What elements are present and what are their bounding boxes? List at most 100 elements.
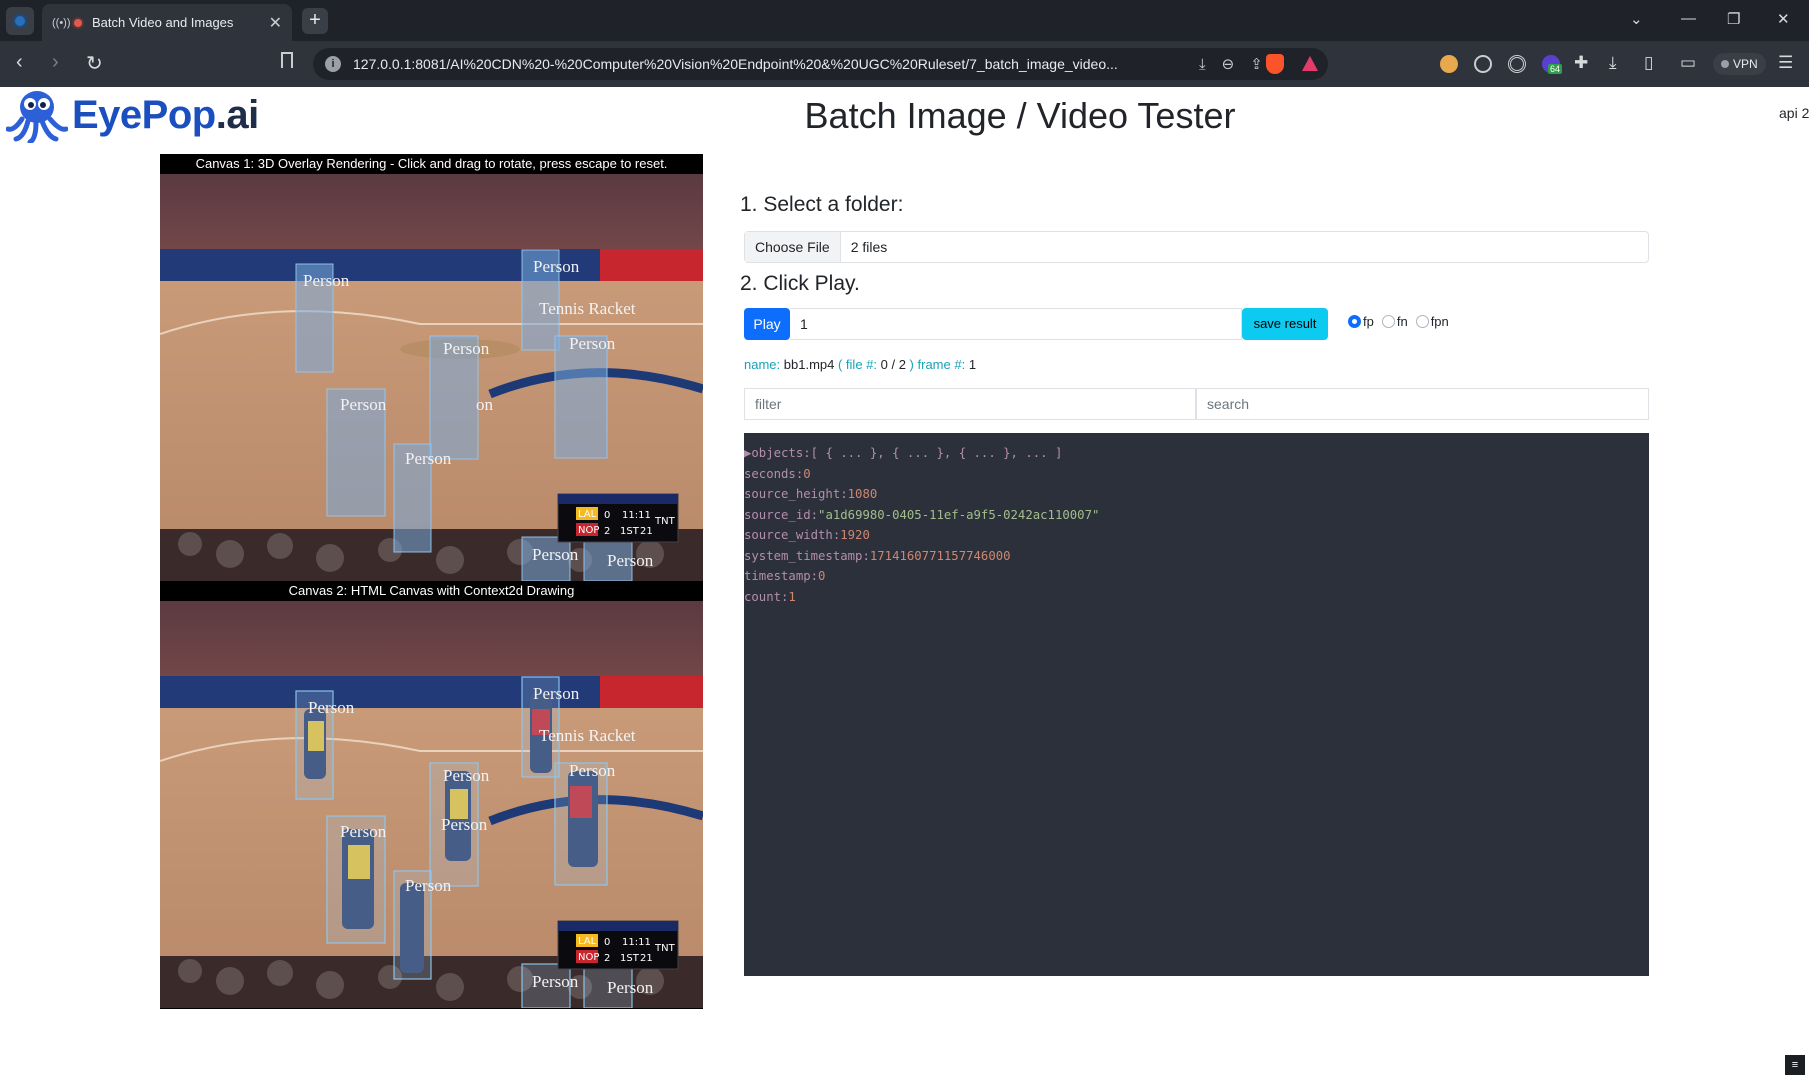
canvas2-label-person: Person xyxy=(533,684,580,703)
browser-tab-bar: ((•)) Batch Video and Images ✕ + ⌄ — ❐ ✕ xyxy=(0,0,1809,41)
folder-file-input[interactable]: Choose File 2 files xyxy=(744,231,1649,263)
json-value: 0 xyxy=(803,466,811,481)
frame-number-input[interactable]: 1 xyxy=(790,308,1242,340)
score-2: 2 xyxy=(604,526,610,537)
address-bar[interactable]: i 127.0.0.1:8081/AI%20CDN%20-%20Computer… xyxy=(313,48,1328,80)
json-key: source_height: xyxy=(744,487,848,501)
canvas2-context2d[interactable]: Person Person Tennis Racket Person Perso… xyxy=(160,601,703,1008)
json-key: count: xyxy=(744,589,789,604)
reload-icon[interactable]: ↻ xyxy=(86,51,103,76)
browser-menu-icon[interactable] xyxy=(6,7,34,35)
brave-shields-icon[interactable] xyxy=(1266,54,1284,74)
network-logo: TNT xyxy=(654,943,676,954)
close-window-icon[interactable]: ✕ xyxy=(1777,10,1790,28)
play-button[interactable]: Play xyxy=(744,308,790,340)
wallet-icon[interactable]: ▭ xyxy=(1680,53,1696,73)
json-key: timestamp: xyxy=(744,569,819,583)
extension-badge: 64 xyxy=(1548,64,1563,74)
result-meta: name: bb1.mp4 ( file #: 0 / 2 ) frame #:… xyxy=(744,357,976,372)
json-value: 1714160771157746000 xyxy=(869,548,1011,563)
recording-icon xyxy=(74,18,82,27)
score-team1: LAL xyxy=(578,509,597,520)
corner-menu-button[interactable]: ≡ xyxy=(1785,1055,1805,1075)
json-objects-row[interactable]: ▶objects:[ { ... }, { ... }, { ... }, ..… xyxy=(744,443,1649,464)
json-row: seconds:0 xyxy=(744,464,1649,485)
canvas-column: Canvas 1: 3D Overlay Rendering - Click a… xyxy=(160,154,703,1009)
json-value: "a1d69980-0405-11ef-a9f5-0242ac110007" xyxy=(818,507,1100,522)
download-icon[interactable]: ⤓ xyxy=(1199,56,1206,73)
file-value: 0 / 2 xyxy=(880,357,906,372)
name-key: name: xyxy=(744,357,781,372)
search-input[interactable]: search xyxy=(1196,388,1649,420)
canvas1-label-person: Person xyxy=(533,257,580,276)
tab-title: Batch Video and Images xyxy=(92,15,234,30)
shot-clock: 21 xyxy=(640,953,653,964)
vpn-status-icon xyxy=(1721,60,1729,68)
game-clock: 11:11 xyxy=(622,937,651,948)
sidebar-icon[interactable]: ▯ xyxy=(1644,53,1653,73)
bookmark-icon[interactable] xyxy=(281,52,293,68)
react-devtools-icon[interactable] xyxy=(1474,55,1492,73)
browser-menu-hamburger-icon[interactable]: ☰ xyxy=(1778,53,1793,73)
new-tab-button[interactable]: + xyxy=(302,8,328,34)
json-value: 1920 xyxy=(840,528,870,542)
back-icon[interactable]: ‹ xyxy=(16,51,23,74)
network-logo: TNT xyxy=(654,516,676,527)
shot-clock: 21 xyxy=(640,526,653,537)
json-objects-value: [ { ... }, { ... }, { ... }, ... ] xyxy=(810,446,1063,460)
share-icon[interactable]: ⇪ xyxy=(1250,55,1263,73)
target-extension-icon[interactable] xyxy=(1508,55,1526,73)
canvas1-label-on: on xyxy=(476,395,494,414)
downloads-icon[interactable]: ⤓ xyxy=(1609,53,1617,73)
canvas2-label-racket: Tennis Racket xyxy=(539,726,636,745)
game-period: 1ST xyxy=(620,526,640,537)
extensions-puzzle-icon[interactable]: ✚ xyxy=(1574,53,1588,73)
api-label: api 2 xyxy=(1779,105,1809,121)
mode-radio-group: fp fn fpn xyxy=(1348,314,1449,329)
filter-input[interactable]: filter xyxy=(744,388,1196,420)
canvas1-3d-overlay[interactable]: Person Person Tennis Racket Person Perso… xyxy=(160,174,703,581)
radio-fp[interactable] xyxy=(1348,315,1361,328)
page: EyePop.ai Batch Image / Video Tester api… xyxy=(0,87,1809,1080)
forward-icon[interactable]: › xyxy=(52,51,59,74)
choose-file-button[interactable]: Choose File xyxy=(745,232,841,262)
canvas2-label-person: Person xyxy=(405,876,452,895)
tab-list-chevron-icon[interactable]: ⌄ xyxy=(1630,10,1643,28)
eyepop-logo[interactable]: EyePop.ai xyxy=(6,87,259,143)
url-text[interactable]: 127.0.0.1:8081/AI%20CDN%20-%20Computer%2… xyxy=(353,56,1183,72)
zoom-icon[interactable]: ⊖ xyxy=(1222,55,1235,73)
step1-heading: 1. Select a folder: xyxy=(740,193,904,216)
save-result-button[interactable]: save result xyxy=(1242,308,1328,340)
radio-fn[interactable] xyxy=(1381,315,1395,328)
page-title: Batch Image / Video Tester xyxy=(804,95,1236,136)
step2-heading: 2. Click Play. xyxy=(740,272,860,295)
json-row: source_id:"a1d69980-0405-11ef-a9f5-0242a… xyxy=(744,505,1649,526)
canvas1-label-person: Person xyxy=(340,395,387,414)
json-row: source_width:1920 xyxy=(744,525,1649,546)
vpn-label: VPN xyxy=(1733,57,1758,71)
tab-batch-video[interactable]: ((•)) Batch Video and Images ✕ xyxy=(42,4,292,41)
restore-icon[interactable]: ❐ xyxy=(1727,10,1740,28)
tab-close-icon[interactable]: ✕ xyxy=(269,13,282,33)
json-row: count:1 xyxy=(744,587,1649,608)
json-value: 0 xyxy=(818,569,826,583)
cookie-extension-icon[interactable] xyxy=(1440,55,1458,73)
canvas1-label-racket: Tennis Racket xyxy=(539,299,636,318)
json-row: system_timestamp:1714160771157746000 xyxy=(744,546,1649,567)
browser-toolbar: ‹ › ↻ i 127.0.0.1:8081/AI%20CDN%20-%20Co… xyxy=(0,41,1809,87)
vpn-button[interactable]: VPN xyxy=(1713,53,1766,75)
badge-extension-icon[interactable]: 64 xyxy=(1542,55,1563,74)
selected-files-text: 2 files xyxy=(850,239,888,255)
file-key: ( file #: xyxy=(837,357,877,372)
brave-rewards-icon[interactable] xyxy=(1302,56,1318,71)
radio-fn-label: fn xyxy=(1396,314,1408,329)
frame-value: 1 xyxy=(968,357,977,372)
json-objects-key[interactable]: ▶objects: xyxy=(744,446,811,460)
canvas1-label-person: Person xyxy=(303,271,350,290)
audio-icon: ((•)) xyxy=(52,16,71,29)
name-value: bb1.mp4 xyxy=(783,357,835,372)
minimize-icon[interactable]: — xyxy=(1681,10,1696,27)
radio-fpn[interactable] xyxy=(1415,315,1429,328)
site-info-icon[interactable]: i xyxy=(325,56,341,72)
file-close: ) xyxy=(909,357,914,372)
